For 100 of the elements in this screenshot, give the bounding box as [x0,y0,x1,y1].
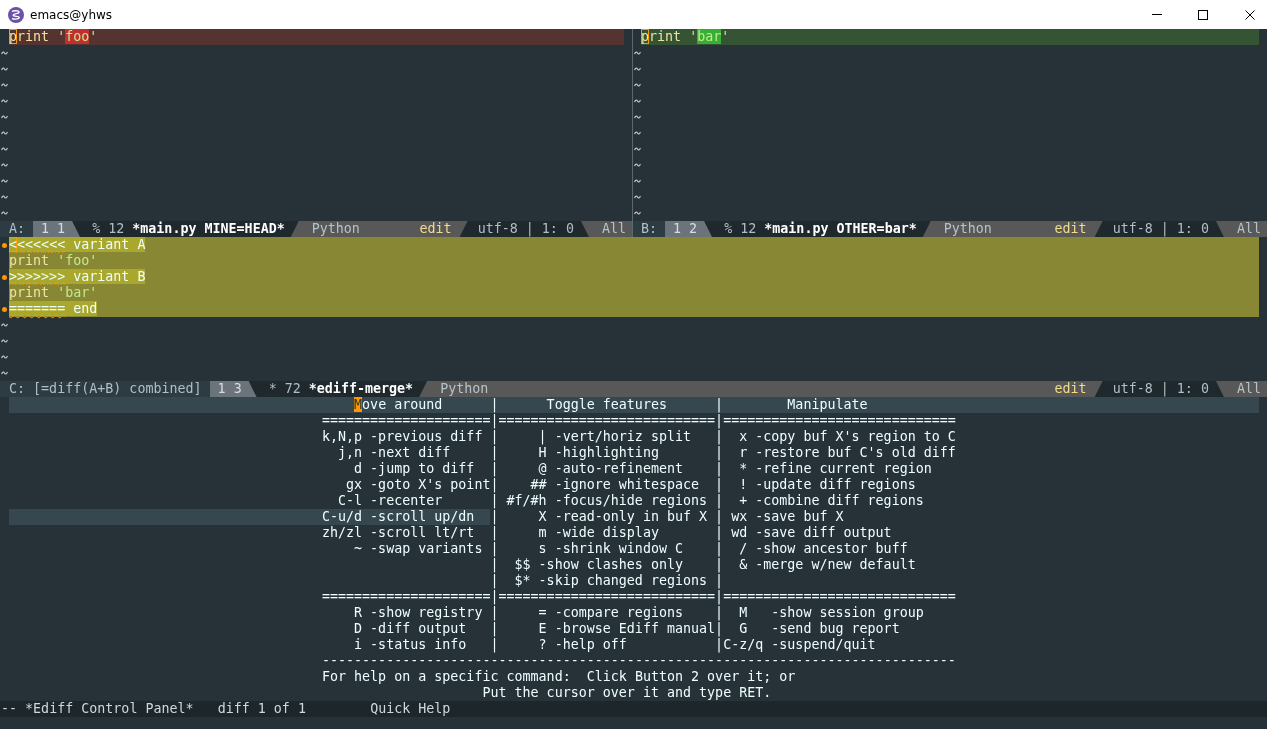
help-entry[interactable]: | * -refine current region [715,461,932,477]
help-text: For help on a specific command: Click Button 2 over it; or [321,669,796,685]
major-mode: Python [440,381,489,397]
help-entry[interactable]: i -status info [321,637,467,653]
tilde-icon [1,67,8,71]
tilde-icon [1,323,8,327]
tilde-icon [633,99,641,103]
editing-state: edit [1054,381,1087,397]
help-entry[interactable]: | E -browse Ediff manual [490,621,716,637]
help-separator: |=========================== [490,413,716,429]
help-mode: Quick Help [370,701,451,717]
tilde-icon [1,195,8,199]
buffer-label: A: [0,221,34,237]
buffer-label: B: [633,221,666,237]
buffer-name: *main.py MINE=HEAD* [132,221,285,237]
tilde-icon [633,195,641,199]
help-entry[interactable]: | x -copy buf X's region to C [715,429,956,445]
help-entry[interactable]: D -diff output [321,621,467,637]
help-entry[interactable]: | ## -ignore whitespace [490,477,700,493]
code-line: ======= end [9,301,98,317]
editing-state: edit [1054,221,1087,237]
code-line: print 'foo' [9,253,98,269]
major-mode: Python [943,221,992,237]
code-line: >>>>>>> variant B [9,269,146,285]
maximize-icon [1198,9,1208,20]
tilde-icon [1,163,8,167]
code-line: print 'bar' [9,285,98,301]
window-title: emacs@yhws [30,6,113,23]
help-entry[interactable]: | $* -skip changed regions [490,573,708,589]
help-entry[interactable]: | wx -save buf X [715,509,844,525]
help-entry[interactable]: | | -vert/horiz split [490,429,692,445]
tilde-icon [633,51,641,55]
help-entry[interactable]: zh/zl -scroll lt/rt [321,525,475,541]
tilde-icon [1,339,8,343]
help-entry[interactable]: | X -read-only in buf X [490,509,708,525]
help-entry[interactable]: | G -send bug report [715,621,900,637]
tilde-icon [1,211,8,215]
help-entry[interactable]: C-u/d -scroll up/dn [321,509,475,525]
help-entry[interactable]: | @ -auto-refinement [490,461,684,477]
help-entry[interactable]: | ? -help off [490,637,627,653]
tilde-icon [633,115,641,119]
help-entry[interactable]: ~ -swap variants [321,541,483,557]
editing-state: edit [419,221,452,237]
help-heading: | Manipulate [715,397,868,413]
tilde-icon [1,51,8,55]
help-entry[interactable]: | #f/#h -focus/hide regions [490,493,708,509]
help-entry[interactable]: | + -combine diff regions [715,493,924,509]
help-separator: |============================= [715,589,956,605]
help-entry[interactable]: | [715,573,724,589]
help-entry[interactable]: | / -show ancestor buff [715,541,908,557]
scroll-position: All [1235,221,1262,237]
tilde-icon [633,211,641,215]
tilde-icon [1,131,8,135]
diff-status: diff 1 of 1 [217,701,306,717]
buffer-size: % 12 [92,221,125,237]
help-entry[interactable]: | ! -update diff regions [715,477,916,493]
help-entry[interactable]: | & -merge w/new default [715,557,916,573]
buffer-label: C: [=diff(A+B) combined] [0,381,210,397]
help-entry[interactable]: | s -shrink window C [490,541,684,557]
help-entry[interactable]: | r -restore buf C's old diff [715,445,956,461]
help-entry[interactable]: | m -wide display [490,525,659,541]
close-icon [1244,9,1255,20]
help-separator: |=========================== [490,589,716,605]
help-entry[interactable]: | $$ -show clashes only [490,557,684,573]
help-entry[interactable]: | wd -save diff output [715,525,892,541]
tilde-icon [1,115,8,119]
tilde-icon [633,131,641,135]
help-entry[interactable]: | M -show session group [715,605,924,621]
help-entry[interactable]: d -jump to diff [321,461,475,477]
help-entry[interactable]: j,n -next diff [321,445,451,461]
tilde-icon [1,355,8,359]
help-separator: ===================== [321,413,491,428]
help-entry[interactable]: | H -highlighting [490,445,659,461]
tilde-icon [633,83,641,87]
window-number: 1 1 [33,221,81,237]
code-line: <<<<<<< variant A [9,237,146,253]
help-entry[interactable]: R -show registry [321,605,483,621]
encoding-position: utf-8 | 1: 0 [1094,381,1224,397]
tilde-icon [633,179,641,183]
help-heading: | Toggle features [490,397,667,413]
help-entry[interactable]: C-l -recenter [321,493,443,509]
encoding-position: utf-8 | 1: 0 [459,221,589,237]
tilde-icon [1,147,8,151]
code-line: print 'foo' [9,29,98,45]
help-text: Put the cursor over it and type RET. [481,685,772,701]
app-icon [8,6,24,23]
tilde-icon [1,99,8,103]
tilde-icon [633,147,641,151]
help-entry[interactable]: |C-z/q -suspend/quit [715,637,876,653]
scroll-position: All [600,221,627,237]
help-heading: Move around [353,397,443,413]
major-mode: Python [311,221,360,237]
help-entry[interactable]: | = -compare regions [490,605,684,621]
help-entry[interactable]: gx -goto X's point [321,477,491,493]
buffer-name: *ediff-merge* [308,381,414,397]
help-entry[interactable]: k,N,p -previous diff [321,429,483,445]
tilde-icon [1,179,8,183]
buffer-size: % 12 [724,221,757,237]
scroll-position: All [1235,381,1262,397]
help-separator: |============================= [715,413,956,429]
